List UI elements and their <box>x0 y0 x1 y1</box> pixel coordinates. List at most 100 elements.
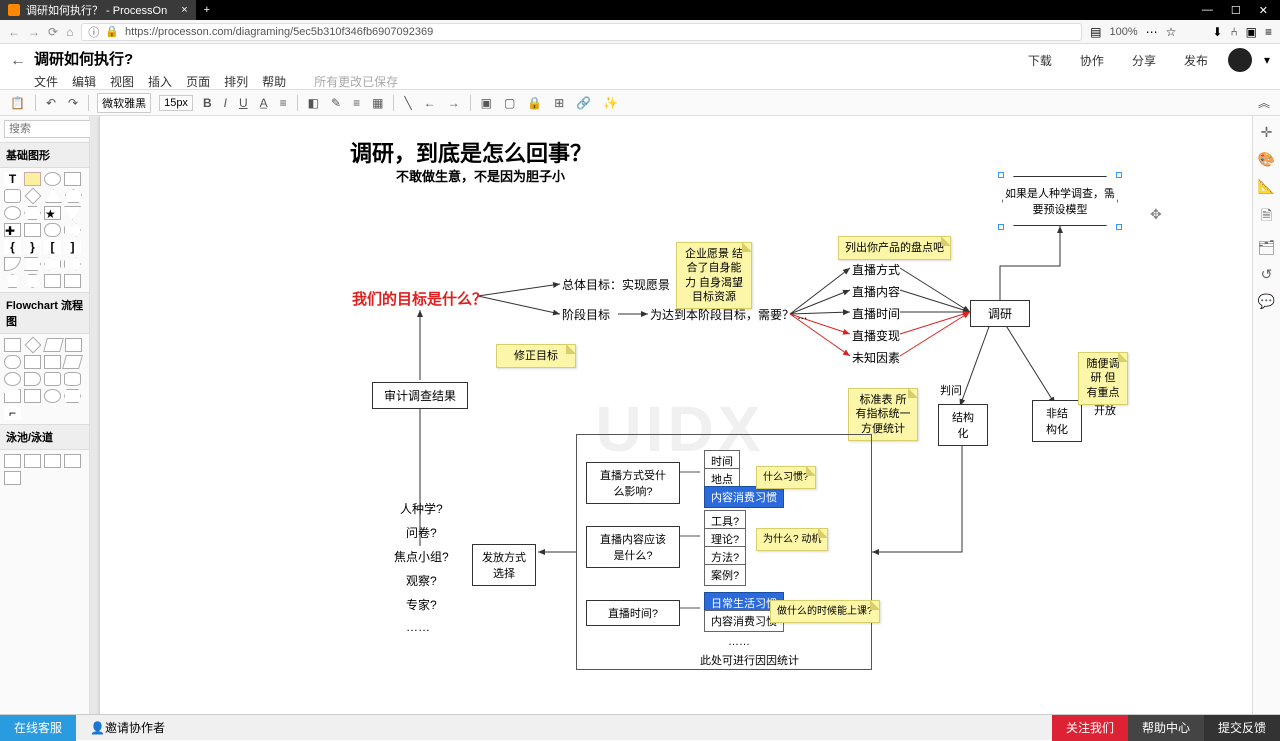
reload-icon[interactable]: ⟳ <box>48 25 58 39</box>
avatar-chevron-icon[interactable]: ▾ <box>1264 53 1270 67</box>
branch-1[interactable]: 直播内容 <box>852 283 900 300</box>
feedback-button[interactable]: 提交反馈 <box>1204 715 1280 741</box>
branch-2[interactable]: 直播时间 <box>852 305 900 322</box>
invite-button[interactable]: 👤 邀请协作者 <box>76 715 179 741</box>
fc-doc[interactable] <box>24 355 41 369</box>
method-select[interactable]: 发放方式选择 <box>472 544 536 586</box>
fc-decision[interactable] <box>25 337 42 354</box>
paste-icon[interactable]: 📋 <box>8 96 27 110</box>
branch-0[interactable]: 直播方式 <box>852 261 900 278</box>
overall-goal[interactable]: 总体目标：实现愿景 <box>562 276 670 293</box>
group-lane[interactable]: 泳池/泳道 <box>0 424 89 450</box>
browser-tab[interactable]: 调研如何执行？ - ProcessOn × <box>0 0 196 20</box>
back-icon[interactable]: ← <box>8 25 20 39</box>
follow-button[interactable]: 关注我们 <box>1052 715 1128 741</box>
forward-icon[interactable]: → <box>28 25 40 39</box>
measure-icon[interactable]: 📐 <box>1258 178 1275 195</box>
fc-note[interactable]: ⌐ <box>4 406 21 420</box>
cross-shape[interactable]: ✚ <box>4 223 21 237</box>
fc-store[interactable] <box>44 372 61 386</box>
phase-goal[interactable]: 阶段目标 <box>562 306 610 323</box>
q1-note[interactable]: 什么习惯? <box>756 466 816 489</box>
group-flow[interactable]: Flowchart 流程图 <box>0 292 89 334</box>
comment-icon[interactable]: 💬 <box>1258 293 1275 310</box>
bracket-l-shape[interactable]: [ <box>44 240 61 254</box>
sector-shape[interactable] <box>4 257 21 271</box>
diagram-subtitle[interactable]: 不敢做生意，不是因为胆子小 <box>396 166 565 185</box>
method-4[interactable]: 专家? <box>406 596 437 613</box>
arrow-d-shape[interactable] <box>24 274 41 288</box>
align-icon[interactable]: ≡ <box>278 96 289 110</box>
diagram-title[interactable]: 调研，到底是怎么回事？ <box>350 136 592 168</box>
branch-3[interactable]: 直播变现 <box>852 327 900 344</box>
method-5[interactable]: …… <box>406 620 430 634</box>
font-select[interactable]: 微软雅黑 <box>97 93 151 113</box>
download-button[interactable]: 下载 <box>1020 49 1060 72</box>
download-icon[interactable]: ⬇ <box>1212 25 1222 39</box>
url-field[interactable]: ⓘ 🔒 https://processon.com/diagraming/5ec… <box>81 23 1082 41</box>
arrow-start-icon[interactable]: ← <box>422 96 438 110</box>
frame-shape[interactable] <box>64 274 81 288</box>
underline-icon[interactable]: U <box>237 96 250 110</box>
lane-h[interactable] <box>4 454 21 468</box>
zoom-level[interactable]: 100% <box>1109 26 1137 38</box>
sidebar-icon[interactable]: ▣ <box>1246 25 1257 39</box>
ellipse-shape[interactable] <box>4 206 21 220</box>
collab-button[interactable]: 协作 <box>1072 49 1112 72</box>
front-icon[interactable]: ▣ <box>479 96 494 110</box>
arrow-end-icon[interactable]: → <box>446 96 462 110</box>
arrow-r-shape[interactable] <box>64 223 81 237</box>
menu-insert[interactable]: 插入 <box>148 73 172 90</box>
arrow-r2-shape[interactable] <box>64 257 81 271</box>
q1-c[interactable]: 内容消费习惯 <box>704 486 784 508</box>
tri-down-shape[interactable] <box>64 206 81 220</box>
menu-edit[interactable]: 编辑 <box>72 73 96 90</box>
undo-icon[interactable]: ↶ <box>44 96 58 110</box>
note-shape[interactable] <box>24 172 41 186</box>
arrow-u-shape[interactable] <box>4 274 21 288</box>
arrow-l-shape[interactable] <box>44 257 61 271</box>
q3-note[interactable]: 做什么的时候能上课? <box>770 600 880 623</box>
close-window-icon[interactable]: ✕ <box>1259 4 1268 17</box>
method-1[interactable]: 问卷? <box>406 524 437 541</box>
method-2[interactable]: 焦点小组? <box>394 548 449 565</box>
chevron-shape[interactable] <box>24 257 41 271</box>
footer-note[interactable]: 此处可进行因因统计 <box>700 652 799 668</box>
corner-shape[interactable] <box>44 274 61 288</box>
maximize-icon[interactable]: ☐ <box>1231 4 1241 17</box>
page-icon[interactable]: 🗎 <box>1261 205 1272 229</box>
note-correct[interactable]: 修正目标 <box>496 344 576 368</box>
resize-handle-ne[interactable] <box>1116 172 1122 178</box>
research-box[interactable]: 调研 <box>970 300 1030 327</box>
fc-sum[interactable] <box>44 389 61 403</box>
brace-l-shape[interactable]: { <box>4 240 21 254</box>
q3-box[interactable]: 直播时间? <box>586 600 680 626</box>
style-icon[interactable]: 🎨 <box>1258 151 1275 168</box>
text-shape[interactable]: T <box>4 172 21 186</box>
bracket-r-shape[interactable]: ] <box>64 240 81 254</box>
tri-shape[interactable] <box>45 189 62 203</box>
judge-label[interactable]: 判问 <box>940 382 962 398</box>
canvas[interactable]: UIDX <box>100 116 1252 714</box>
fc-card[interactable] <box>24 389 41 403</box>
menu-arrange[interactable]: 排列 <box>224 73 248 90</box>
home-icon[interactable]: ⌂ <box>66 25 73 39</box>
line-color-icon[interactable]: ✎ <box>329 96 343 110</box>
note-products[interactable]: 列出你产品的盘点吧 <box>838 236 951 260</box>
group-icon[interactable]: ⊞ <box>552 96 566 110</box>
fc-multi[interactable] <box>44 355 61 369</box>
fc-display[interactable] <box>64 389 81 403</box>
connector-icon[interactable]: ╲ <box>402 96 413 110</box>
diamond-shape[interactable] <box>25 188 42 205</box>
share-button[interactable]: 分享 <box>1124 49 1164 72</box>
resize-handle-se[interactable] <box>1116 224 1122 230</box>
q2-d[interactable]: 案例? <box>704 564 746 586</box>
fc-predef[interactable] <box>65 338 82 352</box>
lane-pool[interactable] <box>64 454 81 468</box>
fc-terminal[interactable] <box>4 355 21 369</box>
q2-box[interactable]: 直播内容应该是什么? <box>586 526 680 568</box>
unstructured-box[interactable]: 非结构化 <box>1032 400 1082 442</box>
note-cover[interactable]: 随便调研 但有重点 <box>1078 352 1128 405</box>
help-button[interactable]: 帮助中心 <box>1128 715 1204 741</box>
italic-icon[interactable]: I <box>222 96 229 110</box>
